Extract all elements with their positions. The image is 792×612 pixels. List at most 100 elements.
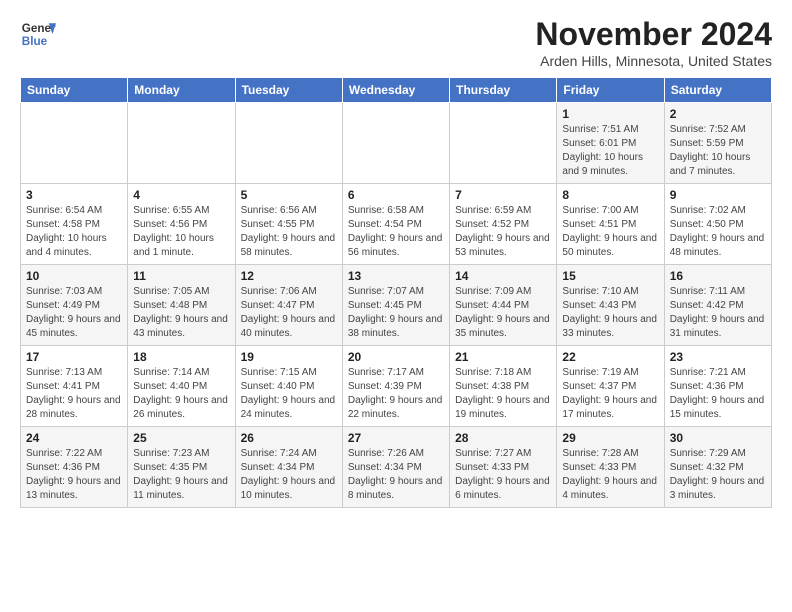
day-number: 8 (562, 188, 658, 202)
day-info: Sunrise: 6:54 AM Sunset: 4:58 PM Dayligh… (26, 204, 122, 260)
header-sunday: Sunday (21, 78, 128, 103)
day-number: 14 (455, 269, 551, 283)
day-info: Sunrise: 7:09 AM Sunset: 4:44 PM Dayligh… (455, 285, 551, 341)
day-number: 1 (562, 107, 658, 121)
day-number: 9 (670, 188, 766, 202)
day-number: 13 (348, 269, 444, 283)
calendar-cell: 4 Sunrise: 6:55 AM Sunset: 4:56 PM Daylig… (128, 184, 235, 265)
day-number: 7 (455, 188, 551, 202)
day-number: 15 (562, 269, 658, 283)
calendar-cell: 5Sunrise: 6:56 AM Sunset: 4:55 PM Daylig… (235, 184, 342, 265)
day-number: 4 (133, 188, 229, 202)
calendar-week-1: 3 Sunrise: 6:54 AM Sunset: 4:58 PM Daylig… (21, 184, 772, 265)
day-info: Sunrise: 7:17 AM Sunset: 4:39 PM Dayligh… (348, 366, 444, 422)
calendar-header-row: SundayMondayTuesdayWednesdayThursdayFrid… (21, 78, 772, 103)
day-number: 10 (26, 269, 122, 283)
calendar-week-0: 1 Sunrise: 7:51 AM Sunset: 6:01 PM Daylig… (21, 103, 772, 184)
day-number: 18 (133, 350, 229, 364)
page-header: General Blue November 2024 Arden Hills, … (20, 16, 772, 69)
day-info: Sunrise: 7:22 AM Sunset: 4:36 PM Dayligh… (26, 447, 122, 503)
day-number: 27 (348, 431, 444, 445)
day-info: Sunrise: 7:06 AM Sunset: 4:47 PM Dayligh… (241, 285, 337, 341)
day-info: Sunrise: 7:10 AM Sunset: 4:43 PM Dayligh… (562, 285, 658, 341)
header-thursday: Thursday (450, 78, 557, 103)
day-number: 29 (562, 431, 658, 445)
day-info: Sunrise: 7:02 AM Sunset: 4:50 PM Dayligh… (670, 204, 766, 260)
calendar-cell (21, 103, 128, 184)
day-info: Sunrise: 7:13 AM Sunset: 4:41 PM Dayligh… (26, 366, 122, 422)
day-number: 2 (670, 107, 766, 121)
calendar-cell: 6 Sunrise: 6:58 AM Sunset: 4:54 PM Daylig… (342, 184, 449, 265)
calendar-cell (235, 103, 342, 184)
month-title: November 2024 (535, 16, 772, 53)
day-info: Sunrise: 7:27 AM Sunset: 4:33 PM Dayligh… (455, 447, 551, 503)
calendar-cell: 7 Sunrise: 6:59 AM Sunset: 4:52 PM Daylig… (450, 184, 557, 265)
calendar-cell: 19Sunrise: 7:15 AM Sunset: 4:40 PM Dayli… (235, 346, 342, 427)
svg-text:Blue: Blue (22, 35, 48, 48)
calendar-cell: 16 Sunrise: 7:11 AM Sunset: 4:42 PM Dayli… (664, 265, 771, 346)
calendar-cell (128, 103, 235, 184)
calendar-cell: 3 Sunrise: 6:54 AM Sunset: 4:58 PM Daylig… (21, 184, 128, 265)
calendar-cell: 12 Sunrise: 7:06 AM Sunset: 4:47 PM Dayli… (235, 265, 342, 346)
day-info: Sunrise: 7:21 AM Sunset: 4:36 PM Dayligh… (670, 366, 766, 422)
calendar-cell: 15 Sunrise: 7:10 AM Sunset: 4:43 PM Dayli… (557, 265, 664, 346)
calendar-cell: 14 Sunrise: 7:09 AM Sunset: 4:44 PM Dayli… (450, 265, 557, 346)
calendar-cell: 10 Sunrise: 7:03 AM Sunset: 4:49 PM Dayli… (21, 265, 128, 346)
calendar-cell: 18 Sunrise: 7:14 AM Sunset: 4:40 PM Dayli… (128, 346, 235, 427)
day-info: Sunrise: 7:03 AM Sunset: 4:49 PM Dayligh… (26, 285, 122, 341)
day-info: Sunrise: 6:58 AM Sunset: 4:54 PM Dayligh… (348, 204, 444, 260)
location-title: Arden Hills, Minnesota, United States (535, 53, 772, 69)
calendar-cell: 11Sunrise: 7:05 AM Sunset: 4:48 PM Dayli… (128, 265, 235, 346)
calendar-cell: 26 Sunrise: 7:24 AM Sunset: 4:34 PM Dayli… (235, 427, 342, 508)
calendar-cell: 17 Sunrise: 7:13 AM Sunset: 4:41 PM Dayli… (21, 346, 128, 427)
calendar-cell: 27Sunrise: 7:26 AM Sunset: 4:34 PM Dayli… (342, 427, 449, 508)
day-number: 6 (348, 188, 444, 202)
day-number: 17 (26, 350, 122, 364)
calendar-cell (450, 103, 557, 184)
day-number: 3 (26, 188, 122, 202)
day-number: 30 (670, 431, 766, 445)
header-saturday: Saturday (664, 78, 771, 103)
day-number: 21 (455, 350, 551, 364)
day-info: Sunrise: 7:24 AM Sunset: 4:34 PM Dayligh… (241, 447, 337, 503)
day-number: 5 (241, 188, 337, 202)
day-info: Sunrise: 6:59 AM Sunset: 4:52 PM Dayligh… (455, 204, 551, 260)
calendar-cell: 2Sunrise: 7:52 AM Sunset: 5:59 PM Daylig… (664, 103, 771, 184)
day-number: 22 (562, 350, 658, 364)
calendar-cell: 25Sunrise: 7:23 AM Sunset: 4:35 PM Dayli… (128, 427, 235, 508)
day-number: 20 (348, 350, 444, 364)
calendar-week-3: 17 Sunrise: 7:13 AM Sunset: 4:41 PM Dayli… (21, 346, 772, 427)
day-info: Sunrise: 7:11 AM Sunset: 4:42 PM Dayligh… (670, 285, 766, 341)
day-info: Sunrise: 7:29 AM Sunset: 4:32 PM Dayligh… (670, 447, 766, 503)
day-info: Sunrise: 7:05 AM Sunset: 4:48 PM Dayligh… (133, 285, 229, 341)
calendar-cell: 13 Sunrise: 7:07 AM Sunset: 4:45 PM Dayli… (342, 265, 449, 346)
calendar-week-4: 24 Sunrise: 7:22 AM Sunset: 4:36 PM Dayli… (21, 427, 772, 508)
day-number: 26 (241, 431, 337, 445)
logo-icon: General Blue (20, 16, 56, 52)
title-block: November 2024 Arden Hills, Minnesota, Un… (535, 16, 772, 69)
header-monday: Monday (128, 78, 235, 103)
day-info: Sunrise: 6:55 AM Sunset: 4:56 PM Dayligh… (133, 204, 229, 260)
calendar-cell: 1 Sunrise: 7:51 AM Sunset: 6:01 PM Daylig… (557, 103, 664, 184)
day-number: 24 (26, 431, 122, 445)
header-friday: Friday (557, 78, 664, 103)
day-info: Sunrise: 7:19 AM Sunset: 4:37 PM Dayligh… (562, 366, 658, 422)
calendar-cell: 28 Sunrise: 7:27 AM Sunset: 4:33 PM Dayli… (450, 427, 557, 508)
day-number: 23 (670, 350, 766, 364)
calendar-cell: 20 Sunrise: 7:17 AM Sunset: 4:39 PM Dayli… (342, 346, 449, 427)
day-number: 28 (455, 431, 551, 445)
day-info: Sunrise: 7:51 AM Sunset: 6:01 PM Dayligh… (562, 123, 658, 179)
calendar-week-2: 10 Sunrise: 7:03 AM Sunset: 4:49 PM Dayli… (21, 265, 772, 346)
day-info: Sunrise: 7:14 AM Sunset: 4:40 PM Dayligh… (133, 366, 229, 422)
calendar-cell: 24 Sunrise: 7:22 AM Sunset: 4:36 PM Dayli… (21, 427, 128, 508)
day-number: 19 (241, 350, 337, 364)
day-number: 25 (133, 431, 229, 445)
day-info: Sunrise: 7:07 AM Sunset: 4:45 PM Dayligh… (348, 285, 444, 341)
day-info: Sunrise: 7:28 AM Sunset: 4:33 PM Dayligh… (562, 447, 658, 503)
day-number: 12 (241, 269, 337, 283)
calendar-cell: 9 Sunrise: 7:02 AM Sunset: 4:50 PM Daylig… (664, 184, 771, 265)
calendar-cell: 22 Sunrise: 7:19 AM Sunset: 4:37 PM Dayli… (557, 346, 664, 427)
calendar-cell: 8 Sunrise: 7:00 AM Sunset: 4:51 PM Daylig… (557, 184, 664, 265)
day-number: 16 (670, 269, 766, 283)
day-info: Sunrise: 7:00 AM Sunset: 4:51 PM Dayligh… (562, 204, 658, 260)
